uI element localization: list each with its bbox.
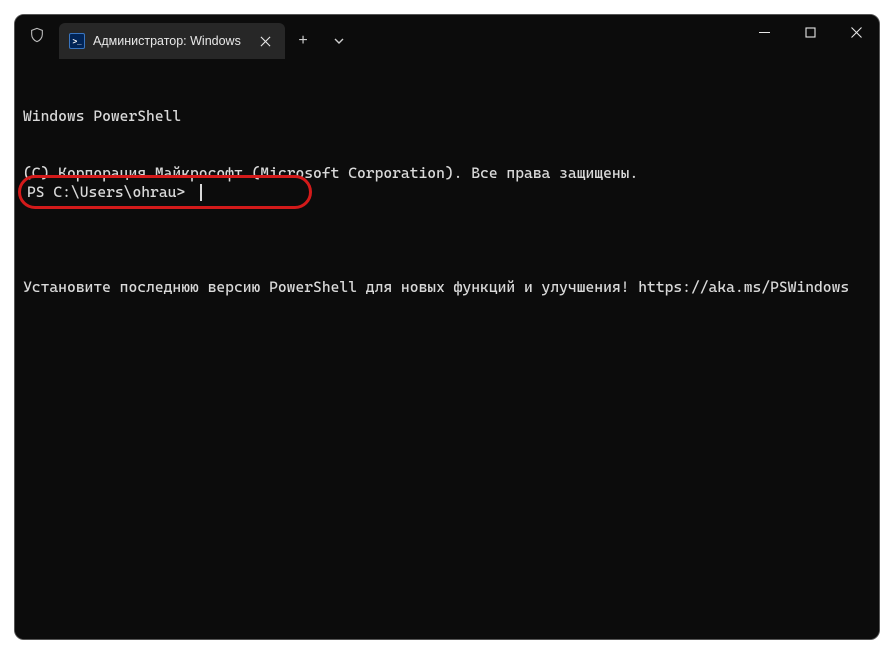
title-bar[interactable]: >_ Администратор: Windows Po + — [15, 15, 879, 59]
tab-powershell[interactable]: >_ Администратор: Windows Po — [59, 23, 285, 59]
shield-icon — [15, 15, 59, 59]
terminal-window: >_ Администратор: Windows Po + — [14, 14, 880, 640]
tab-actions: + — [285, 23, 357, 59]
terminal-body[interactable]: Windows PowerShell (C) Корпорация Майкро… — [15, 59, 879, 639]
scrollbar[interactable] — [871, 103, 878, 637]
close-window-button[interactable] — [833, 15, 879, 49]
maximize-button[interactable] — [787, 15, 833, 49]
prompt-text: PS C:\Users\ohrau> — [27, 183, 194, 202]
tab-dropdown-button[interactable] — [321, 23, 357, 59]
powershell-icon: >_ — [69, 33, 85, 49]
prompt-highlight: PS C:\Users\ohrau> — [18, 175, 312, 209]
blank-line — [23, 221, 871, 240]
new-tab-button[interactable]: + — [285, 23, 321, 59]
tab-title: Администратор: Windows Po — [93, 34, 245, 48]
terminal-line: Установите последнюю версию PowerShell д… — [23, 278, 871, 297]
window-controls — [741, 15, 879, 59]
close-tab-button[interactable] — [255, 31, 275, 51]
text-cursor — [200, 184, 202, 201]
minimize-button[interactable] — [741, 15, 787, 49]
terminal-line: Windows PowerShell — [23, 107, 871, 126]
